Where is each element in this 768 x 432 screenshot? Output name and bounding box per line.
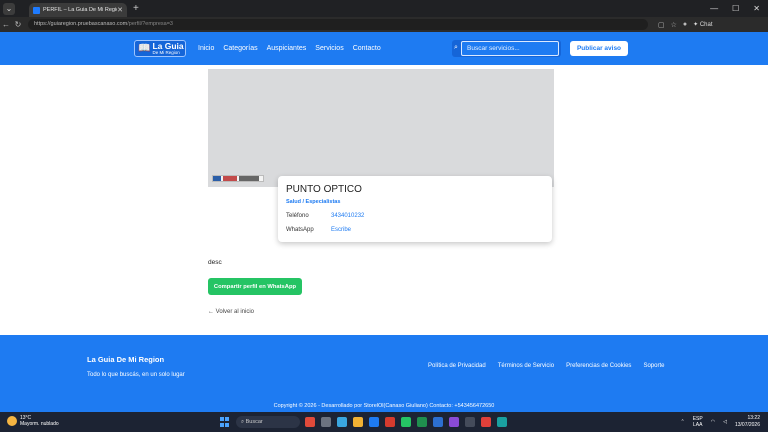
url-path: /perfil/?empresa=3 xyxy=(127,21,173,27)
edge-icon[interactable] xyxy=(497,417,507,427)
whatsapp-icon[interactable] xyxy=(401,417,411,427)
excel-icon[interactable] xyxy=(417,417,427,427)
tab-menu-button[interactable]: ⌄ xyxy=(3,2,15,15)
window-controls: — ☐ ✕ xyxy=(710,4,768,13)
clock-time: 13:22 xyxy=(747,415,760,421)
main-nav: Inicio Categorías Auspiciantes Servicios… xyxy=(198,45,381,52)
footer-links: Política de Privacidad Términos de Servi… xyxy=(428,363,664,369)
phone-link[interactable]: 3434010232 xyxy=(331,213,364,219)
profile-avatar-icon[interactable]: ● xyxy=(683,21,687,28)
phone-row: Teléfono 3434010232 xyxy=(286,213,544,219)
new-tab-icon[interactable]: + xyxy=(133,3,139,14)
terminal-icon[interactable] xyxy=(465,417,475,427)
maximize-icon[interactable]: ☐ xyxy=(732,4,739,13)
whatsapp-link[interactable]: Escribe xyxy=(331,227,351,233)
footer-link-privacy[interactable]: Política de Privacidad xyxy=(428,363,486,369)
windows-start-icon[interactable] xyxy=(220,417,230,427)
search-box: ⌕ xyxy=(452,40,561,57)
browser-tabbar: ⌄ PERFIL – La Guia De Mi Region ✕ + — ☐ … xyxy=(0,0,768,17)
clock-date: 13/07/2026 xyxy=(734,421,760,428)
chat-button[interactable]: ✦ Chat xyxy=(693,21,712,28)
nav-inicio[interactable]: Inicio xyxy=(198,45,214,52)
footer-tagline: Todo lo que buscás, en un solo lugar xyxy=(87,372,185,378)
url-field[interactable]: https://guiaregion.pruebascanaso.com/per… xyxy=(28,19,648,30)
footer-link-support[interactable]: Soporte xyxy=(643,363,664,369)
chat-icon: ✦ xyxy=(693,22,699,28)
favicon-icon xyxy=(33,6,40,14)
whatsapp-label: WhatsApp xyxy=(286,227,314,233)
business-category[interactable]: Salud / Especialistas xyxy=(286,199,544,205)
business-name: PUNTO OPTICO xyxy=(286,184,362,195)
book-icon: 📖 xyxy=(138,43,151,54)
business-description: desc xyxy=(208,259,222,266)
publish-ad-button[interactable]: Publicar aviso xyxy=(570,41,628,56)
search-icon: ⌕ xyxy=(454,44,458,51)
share-whatsapp-button[interactable]: Compartir perfil en WhatsApp xyxy=(208,278,302,295)
footer-link-terms[interactable]: Términos de Servicio xyxy=(498,363,554,369)
weather-icon xyxy=(7,416,17,426)
site-footer: La Guia De Mi Region Todo lo que buscás,… xyxy=(0,335,768,412)
tray-chevron-icon[interactable]: ⌃ xyxy=(681,419,685,425)
minimize-icon[interactable]: — xyxy=(710,4,718,13)
back-home-link[interactable]: ← Volver al inicio xyxy=(208,309,254,315)
profile-banner-image xyxy=(208,69,554,187)
volume-icon[interactable]: ◁ xyxy=(723,419,727,425)
folder-icon[interactable] xyxy=(353,417,363,427)
system-tray: ⌃ ESP LAA ◠ ◁ 13:22 13/07/2026 xyxy=(681,415,760,428)
app-icon[interactable] xyxy=(449,417,459,427)
close-window-icon[interactable]: ✕ xyxy=(753,4,760,13)
close-tab-icon[interactable]: ✕ xyxy=(117,6,123,14)
chat-label: Chat xyxy=(699,22,713,28)
logo-line2: De Mi Region xyxy=(152,49,180,55)
app-icon[interactable] xyxy=(481,417,491,427)
banner-logo-image xyxy=(212,175,264,182)
taskbar-search-label: Buscar xyxy=(245,419,263,425)
reload-icon[interactable]: ↻ xyxy=(12,20,24,29)
nav-auspiciantes[interactable]: Auspiciantes xyxy=(267,45,307,52)
address-bar-actions: ▢ ☆ ● ✦ Chat xyxy=(658,21,713,29)
whatsapp-row: WhatsApp Escribe xyxy=(286,227,544,233)
favorite-star-icon[interactable]: ☆ xyxy=(671,21,677,29)
profile-main: PUNTO OPTICO Salud / Especialistas Teléf… xyxy=(0,65,768,335)
app-icon[interactable] xyxy=(369,417,379,427)
footer-copyright: Copyright © 2026 - Desarrollado por Stor… xyxy=(273,403,495,409)
os-taskbar: 13°C Mayorm. nublado ⌕ Buscar ⌃ ESP LAA … xyxy=(0,412,768,432)
app-icon[interactable] xyxy=(433,417,443,427)
taskbar-apps xyxy=(305,417,507,427)
address-bar-row: ← ↻ https://guiaregion.pruebascanaso.com… xyxy=(0,17,768,32)
browser-tab[interactable]: PERFIL – La Guia De Mi Region ✕ xyxy=(29,3,127,17)
keyboard-layout[interactable]: LAA xyxy=(693,422,702,428)
app-icon[interactable] xyxy=(321,417,331,427)
back-arrow-icon[interactable]: ← xyxy=(0,20,12,29)
nav-servicios[interactable]: Servicios xyxy=(315,45,343,52)
wifi-icon[interactable]: ◠ xyxy=(711,419,715,425)
taskbar-search[interactable]: ⌕ Buscar xyxy=(236,416,300,428)
nav-categorias[interactable]: Categorías xyxy=(223,45,257,52)
site-header: 📖 La Guia De Mi Region Inicio Categorías… xyxy=(0,32,768,65)
weather-widget[interactable]: 13°C Mayorm. nublado xyxy=(7,415,59,427)
app-icon[interactable] xyxy=(385,417,395,427)
app-icon[interactable] xyxy=(337,417,347,427)
profile-card: PUNTO OPTICO Salud / Especialistas Teléf… xyxy=(278,176,552,242)
clock[interactable]: 13:22 13/07/2026 xyxy=(735,415,760,428)
site-logo[interactable]: 📖 La Guia De Mi Region xyxy=(134,40,186,57)
tabs-icon[interactable]: ▢ xyxy=(658,21,665,29)
nav-contacto[interactable]: Contacto xyxy=(353,45,381,52)
footer-title: La Guia De Mi Region xyxy=(87,355,165,364)
search-input[interactable] xyxy=(461,41,559,56)
url-domain: https://guiaregion.pruebascanaso.com xyxy=(34,21,128,27)
phone-label: Teléfono xyxy=(286,213,309,219)
app-icon[interactable] xyxy=(305,417,315,427)
footer-link-cookies[interactable]: Preferencias de Cookies xyxy=(566,363,631,369)
weather-desc: Mayorm. nublado xyxy=(20,421,59,427)
tab-title: PERFIL – La Guia De Mi Region xyxy=(43,7,118,13)
